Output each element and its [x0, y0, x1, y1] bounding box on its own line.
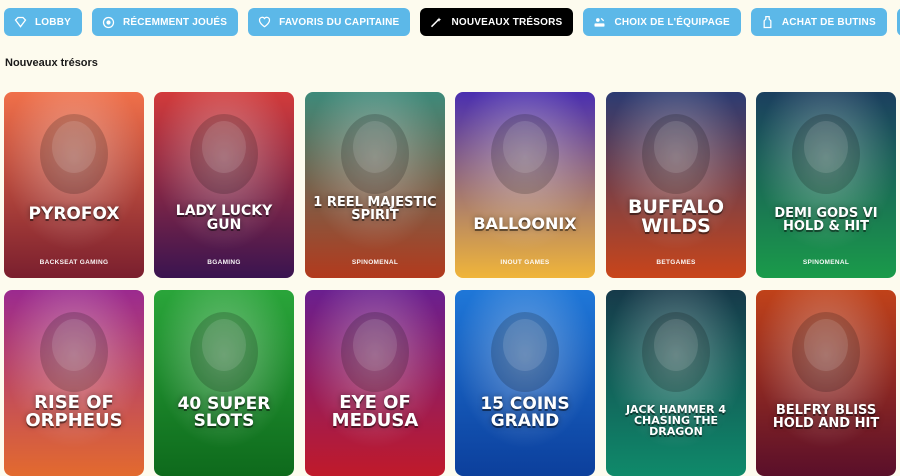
game-artwork	[305, 290, 445, 476]
game-title: 40 SUPER SLOTS	[177, 394, 271, 432]
tab-label: FAVORIS DU CAPITAINE	[279, 16, 400, 28]
game-provider: BETGAMES	[656, 259, 696, 266]
game-title: LADY LUCKY GUN	[175, 203, 273, 234]
game-title: RISE OF ORPHEUS	[25, 392, 123, 432]
tab-récemment-joués[interactable]: RÉCEMMENT JOUÉS	[92, 8, 239, 36]
tab-label: ACHAT DE BUTINS	[781, 16, 876, 28]
category-tabs: LOBBY RÉCEMMENT JOUÉS FAVORIS DU CAPITAINE…	[4, 8, 900, 38]
game-title: BELFRY BLISS HOLD AND HIT	[772, 403, 880, 432]
game-provider: SPINOMENAL	[351, 259, 399, 266]
game-provider: SPINOMENAL	[802, 259, 850, 266]
game-title: JACK HAMMER 4 CHASING THE DRAGON	[625, 403, 727, 439]
game-card[interactable]: 1 REEL MAJESTIC SPIRIT SPINOMENAL	[305, 92, 445, 278]
tab-label: CHOIX DE L'ÉQUIPAGE	[614, 16, 730, 28]
game-provider: INOUT GAMES	[500, 259, 550, 266]
game-title: PYROFOX	[28, 204, 120, 224]
game-card[interactable]: DEMI GODS VI HOLD & HIT SPINOMENAL	[756, 92, 896, 278]
game-artwork	[305, 92, 445, 278]
bottle-icon	[763, 15, 772, 28]
game-card[interactable]: BUFFALO WILDS BETGAMES	[606, 92, 746, 278]
section-title: Nouveaux trésors	[5, 57, 98, 69]
game-artwork	[756, 290, 896, 476]
game-artwork	[606, 92, 746, 278]
game-title: 1 REEL MAJESTIC SPIRIT	[313, 195, 437, 224]
game-provider: BGAMING	[207, 259, 241, 266]
game-title: EYE OF MEDUSA	[331, 392, 419, 432]
treasure-wand-icon	[431, 17, 442, 27]
game-title: BUFFALO WILDS	[628, 196, 724, 238]
game-provider: BACKSEAT GAMING	[39, 259, 109, 266]
tab-choix-de-l-équipage[interactable]: CHOIX DE L'ÉQUIPAGE	[583, 8, 741, 36]
game-card[interactable]: RISE OF ORPHEUS	[4, 290, 144, 476]
tab-label: LOBBY	[35, 16, 71, 28]
game-artwork	[606, 290, 746, 476]
heart-icon	[258, 16, 271, 27]
game-title: BALLOONIX	[473, 214, 577, 233]
game-card[interactable]: BELFRY BLISS HOLD AND HIT	[756, 290, 896, 476]
game-artwork	[154, 290, 294, 476]
game-card[interactable]: JACK HAMMER 4 CHASING THE DRAGON	[606, 290, 746, 476]
tab-achat-de-butins[interactable]: ACHAT DE BUTINS	[750, 8, 887, 36]
tab-nouveaux-trésors[interactable]: NOUVEAUX TRÉSORS	[420, 8, 574, 36]
game-card[interactable]: BALLOONIX INOUT GAMES	[455, 92, 595, 278]
game-artwork	[455, 92, 595, 278]
tab-label: NOUVEAUX TRÉSORS	[451, 16, 563, 28]
game-artwork	[756, 92, 896, 278]
game-card[interactable]: 15 COINS GRAND	[455, 290, 595, 476]
game-title: 15 COINS GRAND	[480, 394, 570, 432]
diamond-icon	[14, 16, 27, 28]
crew-choice-icon	[594, 17, 605, 27]
game-card[interactable]: PYROFOX BACKSEAT GAMING	[4, 92, 144, 278]
game-card[interactable]: 40 SUPER SLOTS	[154, 290, 294, 476]
game-card[interactable]: EYE OF MEDUSA	[305, 290, 445, 476]
recent-target-icon	[102, 16, 115, 28]
game-artwork	[154, 92, 294, 278]
game-artwork	[455, 290, 595, 476]
game-title: DEMI GODS VI HOLD & HIT	[774, 206, 878, 235]
game-artwork	[4, 290, 144, 476]
tab-label: RÉCEMMENT JOUÉS	[123, 16, 228, 28]
game-card[interactable]: LADY LUCKY GUN BGAMING	[154, 92, 294, 278]
game-artwork	[4, 92, 144, 278]
tab-favoris-du-capitaine[interactable]: FAVORIS DU CAPITAINE	[248, 8, 411, 36]
tab-lobby[interactable]: LOBBY	[4, 8, 82, 36]
